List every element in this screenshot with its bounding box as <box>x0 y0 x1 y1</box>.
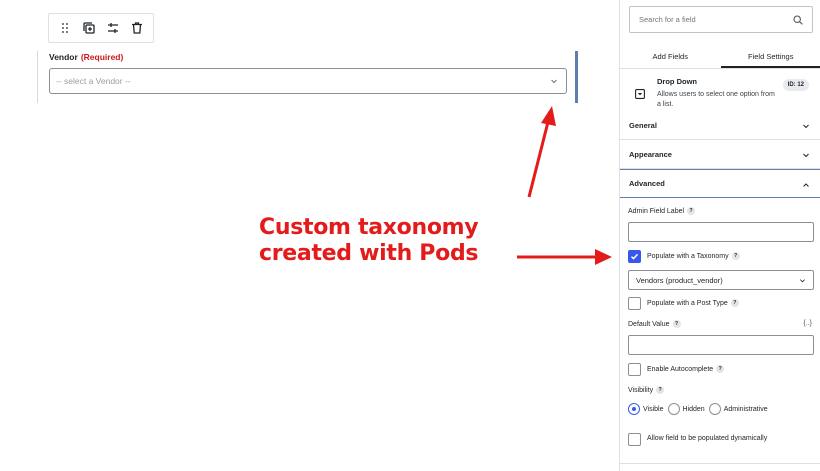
arrow-right-head <box>595 249 612 265</box>
field-toolbar <box>48 13 154 43</box>
chevron-up-icon <box>803 183 809 187</box>
field-info: Drop Down Allows users to select one opt… <box>620 74 820 114</box>
admin-field-label-text: Admin Field Label <box>628 207 685 215</box>
vendor-field-block[interactable]: Vendor (Required) -- select a Vendor -- <box>37 51 578 103</box>
sidebar-bottom-divider <box>620 463 820 464</box>
chevron-down-icon <box>551 79 557 84</box>
default-value-text: Default Value <box>628 320 670 328</box>
annotation-line-1: Custom taxonomy <box>259 215 479 240</box>
field-settings-sidebar: Search for a field Add Fields Field Sett… <box>619 0 820 471</box>
field-type-description: Allows users to select one option from a… <box>657 91 775 108</box>
vendor-field-label: Vendor (Required) <box>49 52 123 62</box>
populate-taxonomy-text: Populate with a Taxonomy <box>647 252 729 260</box>
chevron-down-icon <box>800 279 805 283</box>
tab-add-fields[interactable]: Add Fields <box>620 44 721 68</box>
help-icon[interactable]: ? <box>672 320 681 328</box>
radio-visible-label: Visible <box>643 405 664 413</box>
vendor-label-text: Vendor <box>49 52 78 62</box>
field-type-title: Drop Down <box>657 77 697 86</box>
help-icon[interactable]: ? <box>656 386 665 394</box>
checkmark-icon <box>630 253 639 260</box>
help-icon[interactable]: ? <box>731 252 740 260</box>
help-icon[interactable]: ? <box>716 365 725 373</box>
tabs-divider <box>620 68 820 69</box>
populate-post-type-checkbox[interactable] <box>628 297 641 310</box>
search-field-input[interactable]: Search for a field <box>629 6 813 33</box>
section-advanced-label: Advanced <box>629 179 665 188</box>
vendor-select[interactable]: -- select a Vendor -- <box>49 68 567 94</box>
chevron-down-icon <box>803 153 809 158</box>
merge-tag-icon[interactable]: {..} <box>803 320 812 327</box>
section-general-label: General <box>629 120 657 130</box>
sidebar-tabs: Add Fields Field Settings <box>620 44 820 68</box>
taxonomy-select-value: Vendors (product_vendor) <box>636 275 723 285</box>
enable-autocomplete-label: Enable Autocomplete? <box>647 365 725 373</box>
visibility-administrative-option[interactable]: Administrative <box>708 403 768 415</box>
visibility-hidden-option[interactable]: Hidden <box>667 403 705 415</box>
populate-post-type-label: Populate with a Post Type? <box>647 299 739 307</box>
allow-dynamic-label: Allow field to be populated dynamically <box>647 435 768 442</box>
annotation-text: Custom taxonomy created with Pods <box>259 215 479 267</box>
vendor-select-placeholder: -- select a Vendor -- <box>56 76 131 86</box>
section-advanced[interactable]: Advanced <box>620 169 820 198</box>
default-value-label: Default Value? <box>628 320 681 328</box>
drag-handle-icon[interactable] <box>54 17 76 39</box>
visibility-label: Visibility? <box>628 386 665 394</box>
taxonomy-select[interactable]: Vendors (product_vendor) <box>628 270 814 290</box>
visibility-radio-group: Visible Hidden Administrative <box>628 403 772 415</box>
section-appearance[interactable]: Appearance <box>620 140 820 169</box>
visibility-visible-option[interactable]: Visible <box>628 403 664 415</box>
annotation-line-2: created with Pods <box>259 241 479 266</box>
arrow-up-line <box>527 121 550 198</box>
dropdown-field-icon <box>635 89 645 99</box>
duplicate-icon[interactable] <box>78 17 100 39</box>
required-indicator: (Required) <box>80 52 124 62</box>
section-appearance-label: Appearance <box>629 149 672 159</box>
tab-field-settings[interactable]: Field Settings <box>720 44 820 68</box>
radio-visible[interactable] <box>628 403 640 415</box>
section-general[interactable]: General <box>620 111 820 140</box>
radio-hidden-label: Hidden <box>682 405 705 413</box>
enable-autocomplete-checkbox[interactable] <box>628 363 641 376</box>
radio-administrative-label: Administrative <box>723 405 768 413</box>
help-icon[interactable]: ? <box>730 299 739 307</box>
help-icon[interactable]: ? <box>687 207 696 215</box>
admin-field-label-label: Admin Field Label? <box>628 207 696 215</box>
arrow-up-head <box>541 106 556 126</box>
populate-taxonomy-label: Populate with a Taxonomy? <box>647 252 740 260</box>
field-id-badge: ID: 12 <box>782 79 809 91</box>
chevron-down-icon <box>803 124 809 129</box>
settings-sliders-icon[interactable] <box>102 17 124 39</box>
search-icon <box>793 15 803 25</box>
search-placeholder: Search for a field <box>639 15 696 24</box>
populate-post-type-text: Populate with a Post Type <box>647 299 728 307</box>
admin-field-label-input[interactable] <box>628 222 814 242</box>
enable-autocomplete-text: Enable Autocomplete <box>647 365 714 373</box>
trash-icon[interactable] <box>126 17 148 39</box>
radio-hidden[interactable] <box>667 403 680 415</box>
default-value-input[interactable] <box>628 335 814 355</box>
visibility-text: Visibility <box>628 386 654 394</box>
radio-administrative[interactable] <box>708 403 721 415</box>
allow-dynamic-checkbox[interactable] <box>628 433 641 446</box>
populate-taxonomy-checkbox[interactable] <box>628 250 641 263</box>
